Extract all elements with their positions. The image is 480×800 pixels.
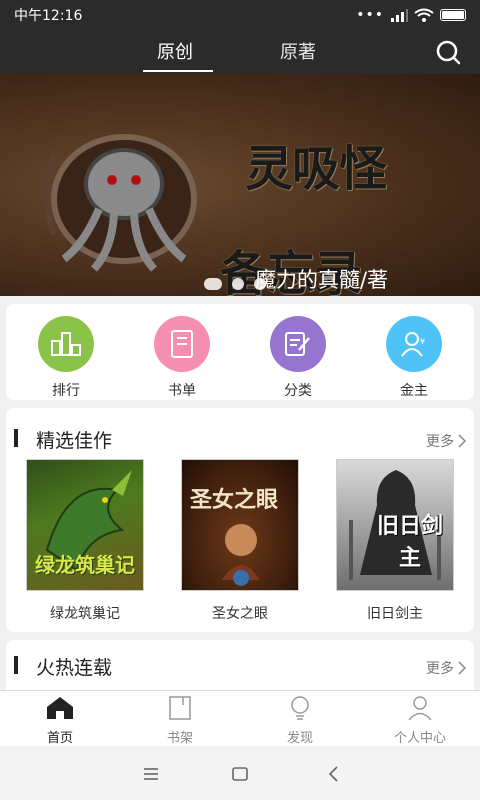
top-navigation: 原创 原著 (0, 30, 480, 74)
book-title: 旧日剑主 (367, 606, 423, 622)
chevron-right-icon (458, 661, 466, 675)
status-time: 中午12:16 (14, 8, 83, 24)
banner-dot[interactable] (204, 278, 222, 290)
signal-icon (391, 9, 408, 22)
home-square-icon[interactable] (230, 764, 250, 784)
tab-label: 个人中心 (393, 731, 446, 746)
tentacle-emblem-icon (43, 134, 197, 272)
banner-title-line1: 灵吸怪 (245, 141, 387, 197)
system-icons: ••• (356, 7, 466, 23)
section-header: 火热连载 更多 (6, 640, 474, 684)
tab-profile[interactable]: 个人中心 (375, 695, 465, 746)
book-cover[interactable]: 绿龙筑巢记 (26, 459, 144, 591)
more-link[interactable]: 更多 (426, 431, 466, 451)
active-tab-indicator (143, 70, 213, 72)
category-label: 排行 (52, 383, 80, 399)
booklist-icon (154, 316, 210, 372)
category-label: 金主 (400, 383, 428, 399)
book-title: 圣女之眼 (212, 606, 268, 622)
section-marker (14, 656, 18, 674)
category-booklist[interactable]: 书单 (142, 316, 222, 400)
tab-bookshelf[interactable]: 书架 (135, 695, 225, 746)
category-genre[interactable]: 分类 (258, 316, 338, 400)
bulb-icon (291, 696, 309, 720)
category-patron[interactable]: ¥ 金主 (374, 316, 454, 400)
user-icon (408, 696, 432, 721)
search-icon[interactable] (434, 38, 462, 66)
banner-author: 魔力的真髓/著 (255, 268, 389, 292)
tab-label: 首页 (46, 731, 73, 746)
book-item[interactable]: 圣女之眼 圣女之眼 (181, 459, 299, 623)
hot-serial-section: 火热连载 更多 (6, 640, 474, 690)
tab-discover[interactable]: 发现 (255, 695, 345, 746)
section-title: 精选佳作 (36, 430, 113, 452)
more-label: 更多 (426, 434, 454, 450)
category-label: 分类 (284, 383, 312, 399)
patron-icon: ¥ (386, 316, 442, 372)
book-cover[interactable]: 圣女之眼 (181, 459, 299, 591)
section-marker (14, 429, 18, 447)
tab-home[interactable]: 首页 (15, 695, 105, 746)
chevron-right-icon (458, 434, 466, 448)
girl-cover-art (222, 524, 260, 586)
tab-label: 书架 (166, 731, 193, 746)
svg-text:¥: ¥ (420, 337, 425, 346)
book-item[interactable]: 绿龙筑巢记 绿龙筑巢记 (26, 459, 144, 623)
tab-label: 发现 (286, 731, 313, 746)
book-title: 绿龙筑巢记 (50, 606, 120, 622)
more-link[interactable]: 更多 (426, 658, 466, 678)
book-cover[interactable]: 旧日剑主 (336, 459, 454, 591)
section-header: 精选佳作 更多 (6, 408, 474, 452)
menu-icon[interactable] (141, 764, 161, 784)
back-icon[interactable] (324, 764, 344, 784)
promo-banner[interactable]: 灵吸怪 备忘录 魔力的真髓/著 (0, 74, 480, 296)
bookshelf-icon (169, 696, 191, 720)
tab-classic[interactable]: 原著 (280, 38, 316, 64)
category-icon (270, 316, 326, 372)
featured-section: 精选佳作 更多 绿龙筑巢记 绿龙筑巢记 圣女之眼 圣女之眼 旧日剑主 旧日剑主 (6, 408, 474, 632)
ranking-icon (38, 316, 94, 372)
home-icon (47, 697, 73, 719)
system-navigation-bar (0, 746, 480, 800)
banner-dot[interactable] (232, 278, 244, 290)
battery-icon (440, 9, 466, 21)
signal-dots-icon: ••• (356, 7, 384, 23)
bottom-tab-bar: 首页 书架 发现 个人中心 (0, 690, 480, 746)
status-bar: 中午12:16 ••• (0, 0, 480, 30)
book-item[interactable]: 旧日剑主 旧日剑主 (336, 459, 454, 623)
wifi-icon (414, 8, 434, 22)
more-label: 更多 (426, 661, 454, 677)
section-title: 火热连载 (36, 657, 113, 679)
tab-original[interactable]: 原创 (157, 38, 193, 64)
category-label: 书单 (168, 383, 196, 399)
category-ranking[interactable]: 排行 (26, 316, 106, 400)
category-shortcuts: 排行 书单 分类 ¥ 金主 (6, 304, 474, 400)
